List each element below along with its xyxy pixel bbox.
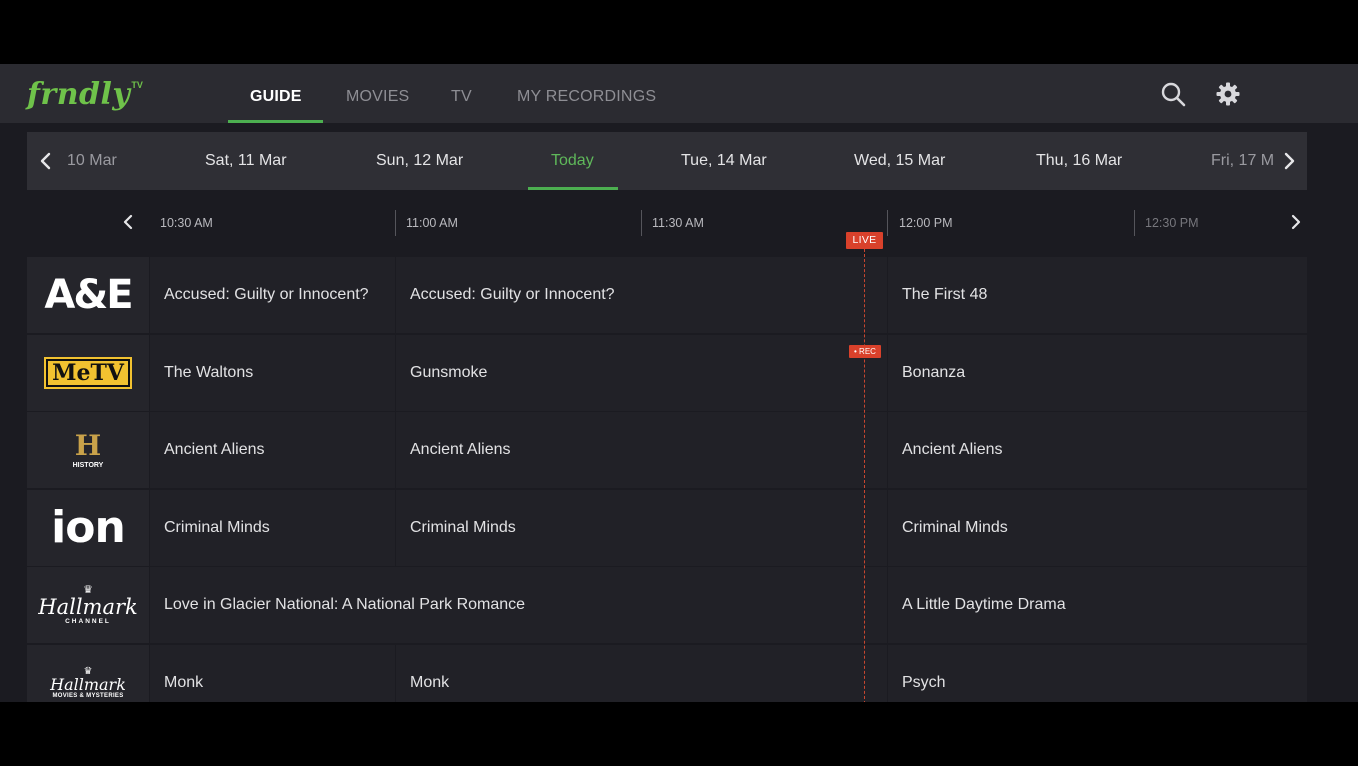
channel-row-hallmark: ♛ Hallmark CHANNEL Love in Glacier Natio… [27,566,1307,644]
date-prev-arrow-icon[interactable] [36,151,56,171]
time-tick-line [1134,210,1135,236]
date-10-mar[interactable]: 10 Mar [67,132,117,190]
time-prev-arrow-icon[interactable] [119,212,139,232]
date-11-mar[interactable]: Sat, 11 Mar [205,132,287,190]
program-cell[interactable]: Criminal Minds [396,489,887,566]
date-next-arrow-icon[interactable] [1279,151,1299,171]
nav-guide[interactable]: GUIDE [250,64,302,123]
program-cell[interactable]: Ancient Aliens [396,412,887,489]
time-tick-1100: 11:00 AM [406,216,458,230]
rec-badge: • REC [849,345,881,358]
nav-active-indicator [228,120,323,123]
channel-logo-history[interactable]: H HISTORY [27,412,149,489]
program-cell[interactable]: Bonanza [888,334,1307,411]
gear-icon[interactable] [1215,81,1241,107]
program-cell[interactable]: Psych [888,645,1307,702]
date-selector: 10 Mar Sat, 11 Mar Sun, 12 Mar Today Tue… [27,132,1307,190]
frndly-logo[interactable]: frndly TV [27,78,143,112]
metv-logo: MeTV [44,356,132,389]
channel-row-history: H HISTORY Ancient Aliens Ancient Aliens … [27,411,1307,489]
hallmark-mm-logo-sub: MOVIES & MYSTERIES [52,693,124,699]
time-tick-line [641,210,642,236]
search-icon[interactable] [1160,81,1186,107]
program-cell[interactable]: Accused: Guilty or Innocent? [396,257,887,333]
channel-logo-ae[interactable]: A&E [27,257,149,333]
channel-logo-hallmark-mm[interactable]: ♛ Hallmark MOVIES & MYSTERIES [27,645,149,702]
channel-row-metv: MeTV The Waltons Gunsmoke Bonanza [27,334,1307,412]
time-tick-1230: 12:30 PM [1145,216,1199,230]
time-next-arrow-icon[interactable] [1285,212,1305,232]
date-15-mar[interactable]: Wed, 15 Mar [854,132,945,190]
program-cell[interactable]: Monk [396,645,887,702]
ae-logo: A&E [44,272,133,318]
program-cell[interactable]: Monk [150,645,395,702]
nav-tv[interactable]: TV [451,64,472,123]
date-17-mar[interactable]: Fri, 17 M [1211,132,1281,190]
nav-my-recordings[interactable]: MY RECORDINGS [517,64,656,123]
time-tick-1200: 12:00 PM [899,216,953,230]
program-cell[interactable]: A Little Daytime Drama [888,567,1307,644]
program-cell[interactable]: Criminal Minds [150,489,395,566]
history-h-mark: H [74,428,102,462]
program-cell[interactable]: Criminal Minds [888,489,1307,566]
channel-logo-hallmark[interactable]: ♛ Hallmark CHANNEL [27,567,149,644]
live-time-line [864,249,865,702]
channel-row-ae: A&E Accused: Guilty or Innocent? Accused… [27,256,1307,334]
nav-movies[interactable]: MOVIES [346,64,409,123]
guide-app: frndly TV GUIDE MOVIES TV MY RECORDINGS [0,64,1358,702]
hallmark-mm-logo-text: Hallmark [50,675,126,694]
time-tick-line [887,210,888,236]
logo-wordmark: frndly [27,77,131,112]
program-cell[interactable]: Ancient Aliens [888,412,1307,489]
time-ruler: 10:30 AM 11:00 AM 11:30 AM 12:00 PM 12:3… [0,190,1358,256]
program-cell[interactable]: Love in Glacier National: A National Par… [150,567,887,644]
channel-logo-metv[interactable]: MeTV [27,334,149,411]
program-cell[interactable]: Accused: Guilty or Innocent? [150,257,395,333]
time-tick-1130: 11:30 AM [652,216,704,230]
live-badge: LIVE [846,232,883,249]
history-logo-text: HISTORY [72,461,104,469]
program-cell[interactable]: The Waltons [150,334,395,411]
ion-logo: ion [51,502,126,554]
program-cell[interactable]: Gunsmoke [396,334,887,411]
time-tick-1030: 10:30 AM [160,216,213,230]
date-16-mar[interactable]: Thu, 16 Mar [1036,132,1122,190]
channel-row-ion: ion Criminal Minds Criminal Minds Crimin… [27,489,1307,567]
program-cell[interactable]: Ancient Aliens [150,412,395,489]
time-tick-line [395,210,396,236]
logo-suffix: TV [131,80,143,90]
date-14-mar[interactable]: Tue, 14 Mar [681,132,767,190]
hallmark-logo-sub: CHANNEL [65,618,111,626]
program-cell[interactable]: The First 48 [888,257,1307,333]
date-12-mar[interactable]: Sun, 12 Mar [376,132,463,190]
date-today[interactable]: Today [551,132,594,190]
hallmark-logo-text: Hallmark [38,595,138,620]
channel-row-hallmark-mm: ♛ Hallmark MOVIES & MYSTERIES Monk Monk … [27,644,1307,702]
top-nav: frndly TV GUIDE MOVIES TV MY RECORDINGS [0,64,1358,123]
channel-logo-ion[interactable]: ion [27,489,149,566]
